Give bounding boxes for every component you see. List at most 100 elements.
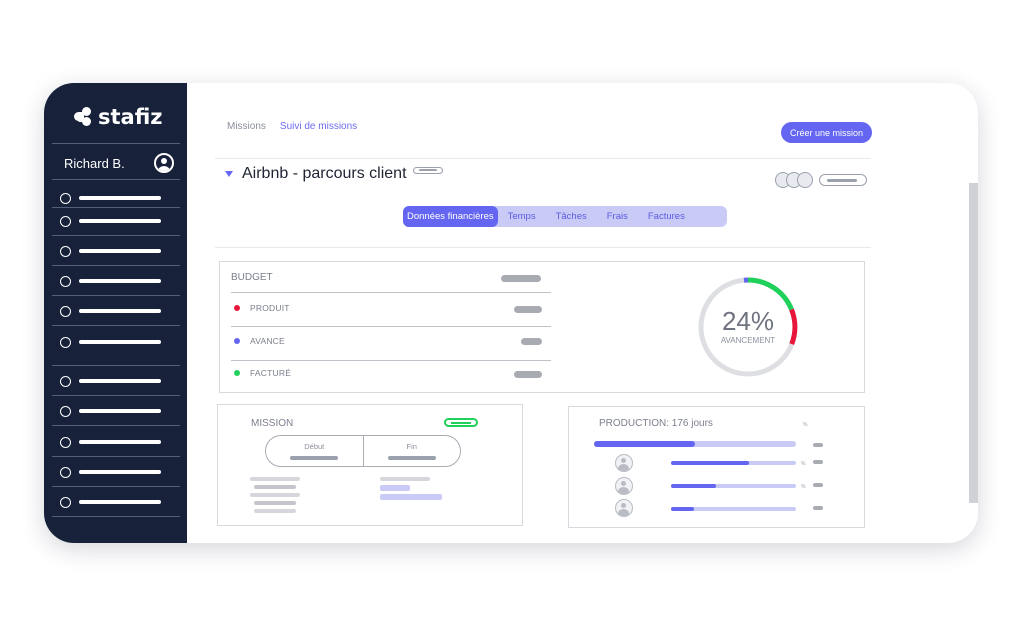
nav-label-placeholder: [79, 379, 161, 383]
mission-title: MISSION: [251, 418, 294, 429]
nav-circle-icon: [60, 436, 71, 448]
nav-circle-icon: [60, 466, 71, 478]
team-area[interactable]: [775, 172, 867, 188]
avance-label: AVANCE: [250, 336, 285, 346]
avance-dot-icon: [234, 338, 240, 344]
status-pill: [412, 166, 443, 174]
member-bar-fill: [671, 507, 694, 511]
avance-value-bar: [521, 338, 542, 345]
sidebar-item[interactable]: [60, 435, 164, 449]
nav-label-placeholder: [79, 470, 161, 474]
produit-dot-icon: [234, 305, 240, 311]
tabs-bar: Données financières Temps Tâches Frais F…: [403, 206, 727, 227]
end-label: Fin: [406, 442, 417, 451]
breadcrumb-missions[interactable]: Missions: [227, 121, 266, 132]
sidebar-item[interactable]: [60, 304, 164, 318]
nav-circle-icon: [60, 405, 71, 417]
sidebar: stafiz Richard B.: [44, 83, 187, 543]
row-divider: [231, 326, 551, 327]
nav-label-placeholder: [79, 409, 161, 413]
user-avatar-icon: [154, 153, 174, 173]
sidebar-divider: [52, 143, 180, 144]
sidebar-item[interactable]: [60, 404, 164, 418]
facture-label: FACTURÉ: [250, 368, 292, 378]
detail-tag: [380, 494, 442, 500]
nav-label-placeholder: [79, 219, 161, 223]
breadcrumb: Missions Suivi de missions: [227, 121, 357, 132]
main-content: Missions Suivi de missions Créer une mis…: [187, 83, 978, 543]
nav-circle-icon: [60, 275, 71, 287]
sidebar-item[interactable]: [60, 335, 164, 349]
brand-name: stafiz: [98, 105, 163, 129]
sidebar-item[interactable]: [60, 244, 164, 258]
budget-value-bar: [501, 275, 541, 282]
production-total-fill: [594, 441, 695, 447]
sidebar-divider: [52, 207, 180, 208]
nav-circle-icon: [60, 192, 71, 204]
tab-taches[interactable]: Tâches: [546, 206, 597, 227]
sidebar-divider: [52, 395, 180, 396]
nav-circle-icon: [60, 245, 71, 257]
sidebar-item[interactable]: [60, 465, 164, 479]
member-avatar-icon: [615, 499, 633, 517]
budget-title: BUDGET: [231, 272, 273, 283]
pct-symbol: %: [801, 461, 806, 467]
sidebar-divider: [52, 516, 180, 517]
scrollbar[interactable]: [969, 183, 978, 503]
nav-label-placeholder: [79, 340, 161, 344]
start-label: Début: [304, 442, 325, 451]
member-bar: [671, 484, 796, 488]
production-card: PRODUCTION: 176 jours % % %: [568, 406, 865, 528]
sidebar-item[interactable]: [60, 191, 164, 205]
progress-value: 24%: [721, 306, 775, 336]
stafiz-logo-icon: [74, 107, 94, 127]
start-date[interactable]: Début: [266, 436, 364, 466]
detail-line: [254, 509, 296, 513]
date-range[interactable]: Début Fin: [265, 435, 461, 467]
tab-donnees-financieres[interactable]: Données financières: [403, 206, 498, 227]
member-bar: [671, 507, 796, 511]
detail-line: [380, 477, 430, 481]
tabs-divider: [215, 247, 871, 248]
collapse-caret-icon[interactable]: [225, 171, 233, 177]
detail-line: [250, 477, 300, 481]
tab-temps[interactable]: Temps: [498, 206, 546, 227]
sidebar-item[interactable]: [60, 214, 164, 228]
tab-factures[interactable]: Factures: [638, 206, 695, 227]
detail-line: [254, 501, 296, 505]
member-avatar-icon: [797, 172, 813, 188]
create-mission-button[interactable]: Créer une mission: [781, 122, 872, 143]
brand-logo[interactable]: stafiz: [74, 105, 163, 129]
facture-value-bar: [514, 371, 542, 378]
budget-row-avance: AVANCE: [234, 336, 285, 346]
sidebar-item[interactable]: [60, 274, 164, 288]
sidebar-divider: [52, 456, 180, 457]
budget-row-produit: PRODUIT: [234, 303, 290, 313]
nav-circle-icon: [60, 375, 71, 387]
nav-circle-icon: [60, 336, 71, 348]
tab-frais[interactable]: Frais: [597, 206, 638, 227]
user-profile[interactable]: Richard B.: [64, 153, 174, 173]
breadcrumb-suivi[interactable]: Suivi de missions: [280, 121, 357, 132]
sidebar-item[interactable]: [60, 495, 164, 509]
nav-label-placeholder: [79, 249, 161, 253]
header-divider: [215, 158, 871, 159]
produit-label: PRODUIT: [250, 303, 290, 313]
member-bar: [671, 461, 796, 465]
row-divider: [231, 360, 551, 361]
sidebar-divider: [52, 325, 180, 326]
end-date[interactable]: Fin: [364, 436, 461, 466]
pct-symbol: %: [801, 484, 806, 490]
end-value-bar: [387, 456, 436, 460]
sidebar-divider: [52, 486, 180, 487]
nav-label-placeholder: [79, 500, 161, 504]
nav-label-placeholder: [79, 440, 161, 444]
nav-circle-icon: [60, 215, 71, 227]
project-title: Airbnb - parcours client: [242, 165, 407, 182]
sidebar-divider: [52, 179, 180, 180]
team-pill: [819, 174, 867, 186]
sidebar-item[interactable]: [60, 374, 164, 388]
member-avatar-icon: [615, 477, 633, 495]
project-header: Airbnb - parcours client: [225, 165, 443, 183]
production-total-bar: [594, 441, 796, 447]
